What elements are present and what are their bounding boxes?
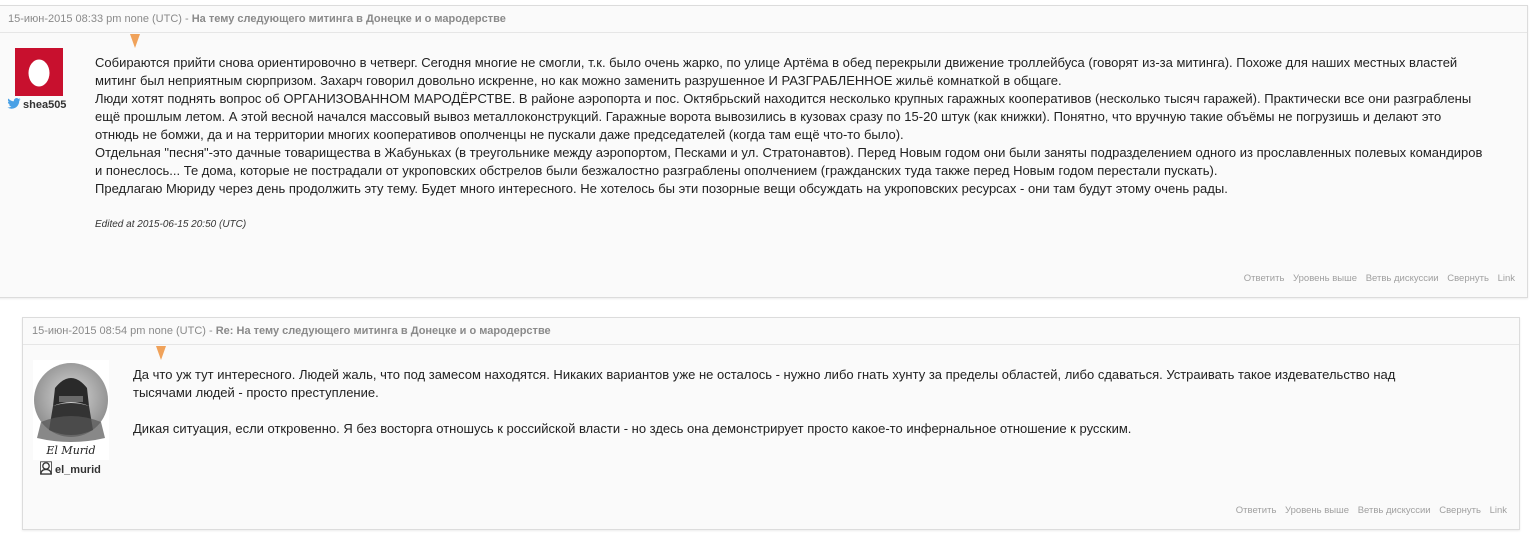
comment-paragraph: Люди хотят поднять вопрос об ОРГАНИЗОВАН… bbox=[95, 91, 1472, 142]
edited-note: Edited at 2015-06-15 20:50 (UTC) bbox=[95, 219, 247, 230]
svg-text:El Murid: El Murid bbox=[45, 444, 95, 457]
comment-paragraph: Отдельная "песня"-это дачные товариществ… bbox=[95, 145, 1483, 178]
comment-date: 15-июн-2015 08:33 pm none (UTC) bbox=[8, 13, 182, 25]
permalink[interactable]: Link bbox=[1490, 505, 1507, 516]
livejournal-user-icon bbox=[39, 461, 53, 478]
comment-header: 15-июн-2015 08:33 pm none (UTC) - На тем… bbox=[0, 6, 1527, 33]
comment-body: Да что уж тут интересного. Людей жаль, ч… bbox=[133, 366, 1433, 438]
portrait-icon: El Murid bbox=[34, 363, 108, 457]
egg-icon bbox=[15, 48, 63, 96]
username: shea505 bbox=[23, 99, 67, 111]
collapse-link[interactable]: Свернуть bbox=[1447, 273, 1489, 284]
comment-paragraph: Дикая ситуация, если откровенно. Я без в… bbox=[133, 421, 1132, 436]
comment-paragraph: Да что уж тут интересного. Людей жаль, ч… bbox=[133, 367, 1396, 400]
paragraph-spacer bbox=[133, 402, 1433, 420]
thread-link[interactable]: Ветвь дискуссии bbox=[1358, 505, 1431, 516]
comment-paragraph: Собираются прийти снова ориентировочно в… bbox=[95, 55, 1458, 88]
userpic-caption: El Murid bbox=[45, 444, 95, 457]
header-separator: - bbox=[205, 325, 216, 337]
collapse-link[interactable]: Свернуть bbox=[1439, 505, 1481, 516]
comment-1: 15-июн-2015 08:33 pm none (UTC) - На тем… bbox=[0, 5, 1528, 298]
permalink[interactable]: Link bbox=[1498, 273, 1515, 284]
header-separator: - bbox=[181, 13, 192, 25]
avatar[interactable]: El Murid bbox=[33, 360, 109, 460]
comment-actions: Ответить Уровень выше Ветвь дискуссии Св… bbox=[1238, 273, 1515, 284]
comment-actions: Ответить Уровень выше Ветвь дискуссии Св… bbox=[1230, 505, 1507, 516]
comment-subject[interactable]: На тему следующего митинга в Донецке и о… bbox=[192, 13, 506, 25]
comment-date: 15-июн-2015 08:54 pm none (UTC) bbox=[32, 325, 206, 337]
comment-marker bbox=[156, 346, 166, 360]
comment-header: 15-июн-2015 08:54 pm none (UTC) - Re: На… bbox=[23, 318, 1519, 345]
username-link[interactable]: shea505 bbox=[7, 98, 66, 112]
username-link[interactable]: el_murid bbox=[39, 461, 101, 478]
comment-paragraph: Предлагаю Мюриду через день продолжить э… bbox=[95, 181, 1228, 196]
comment-2: 15-июн-2015 08:54 pm none (UTC) - Re: На… bbox=[22, 317, 1520, 530]
comment-marker bbox=[130, 34, 140, 48]
comment-subject[interactable]: Re: На тему следующего митинга в Донецке… bbox=[216, 325, 551, 337]
thread-link[interactable]: Ветвь дискуссии bbox=[1366, 273, 1439, 284]
parent-link[interactable]: Уровень выше bbox=[1285, 505, 1349, 516]
twitter-bird-icon bbox=[7, 98, 21, 112]
username: el_murid bbox=[55, 463, 101, 476]
reply-link[interactable]: Ответить bbox=[1244, 273, 1285, 284]
reply-link[interactable]: Ответить bbox=[1236, 505, 1277, 516]
parent-link[interactable]: Уровень выше bbox=[1293, 273, 1357, 284]
comment-body: Собираются прийти снова ориентировочно в… bbox=[95, 54, 1485, 198]
avatar[interactable] bbox=[15, 48, 63, 96]
